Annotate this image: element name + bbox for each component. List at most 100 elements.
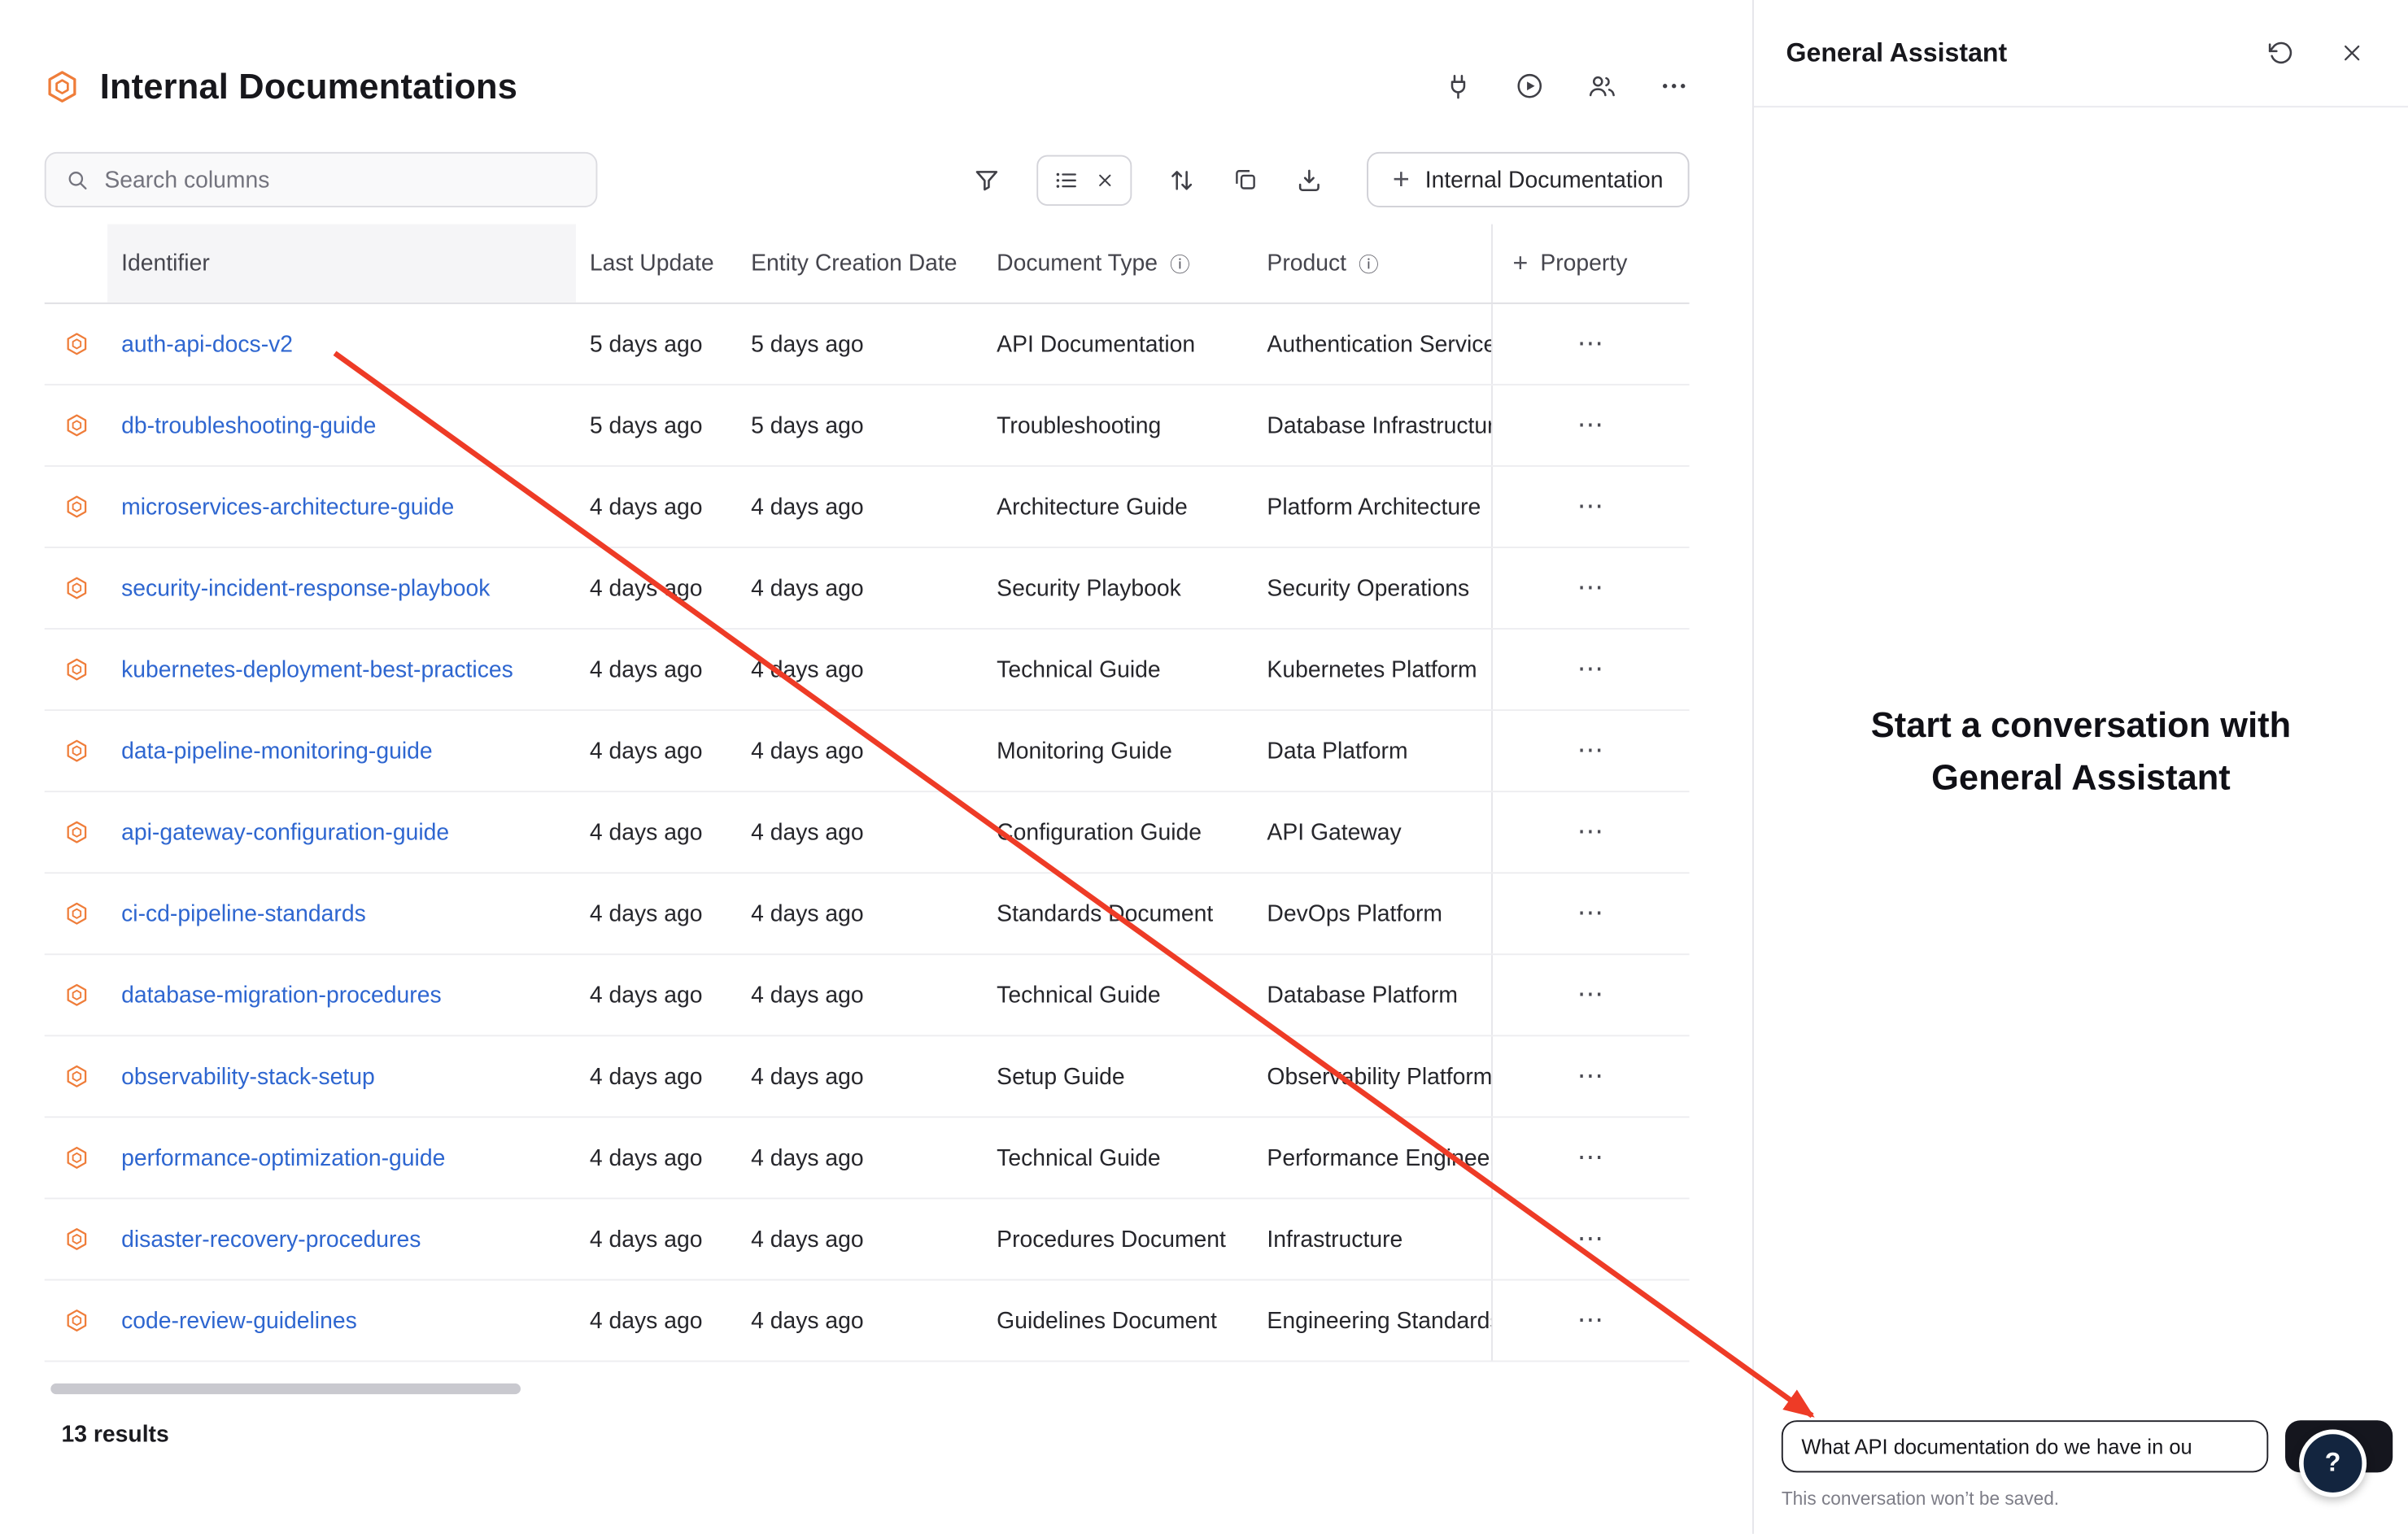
copy-columns-button[interactable] <box>1232 166 1259 194</box>
identifier-link[interactable]: data-pipeline-monitoring-guide <box>121 738 433 764</box>
hexagon-asset-icon <box>63 1308 88 1332</box>
entity-creation-date-cell: 4 days ago <box>737 656 983 682</box>
document-type-cell: Setup Guide <box>983 1063 1253 1089</box>
create-internal-documentation-button[interactable]: + Internal Documentation <box>1367 152 1690 207</box>
identifier-link[interactable]: code-review-guidelines <box>121 1307 357 1333</box>
hexagon-asset-icon <box>63 576 88 600</box>
document-type-cell: Technical Guide <box>983 982 1253 1008</box>
close-assistant-button[interactable] <box>2339 40 2365 66</box>
hexagon-asset-icon <box>63 1145 88 1170</box>
column-header-document-type[interactable]: Document Type ⓘ <box>983 224 1253 303</box>
row-actions-cell: ⋯ <box>1493 732 1690 769</box>
last-update-cell: 4 days ago <box>576 900 737 926</box>
row-actions-cell: ⋯ <box>1493 569 1690 606</box>
row-menu-button[interactable]: ⋯ <box>1565 732 1617 769</box>
row-menu-button[interactable]: ⋯ <box>1565 651 1617 687</box>
search-input[interactable] <box>104 167 577 193</box>
identifier-cell: api-gateway-configuration-guide <box>107 819 576 845</box>
row-menu-button[interactable]: ⋯ <box>1565 896 1617 932</box>
row-menu-button[interactable]: ⋯ <box>1565 1140 1617 1176</box>
identifier-cell: security-incident-response-playbook <box>107 575 576 601</box>
table-row: db-troubleshooting-guide 5 days ago 5 da… <box>45 386 1690 467</box>
row-actions-cell: ⋯ <box>1493 1302 1690 1339</box>
share-users-button[interactable] <box>1586 71 1617 102</box>
filter-button[interactable] <box>972 165 1001 194</box>
identifier-link[interactable]: kubernetes-deployment-best-practices <box>121 656 513 682</box>
row-icon-cell <box>45 820 107 844</box>
plug-button[interactable] <box>1444 72 1473 101</box>
last-update-cell: 4 days ago <box>576 1063 737 1089</box>
create-button-label: Internal Documentation <box>1425 167 1664 193</box>
table-body: auth-api-docs-v2 5 days ago 5 days ago A… <box>45 304 1690 1362</box>
identifier-link[interactable]: disaster-recovery-procedures <box>121 1226 421 1252</box>
column-header-entity-creation-date[interactable]: Entity Creation Date <box>737 224 983 303</box>
hexagon-asset-icon <box>63 657 88 682</box>
row-icon-cell <box>45 657 107 682</box>
column-header-identifier[interactable]: Identifier <box>107 224 576 303</box>
clear-view-button[interactable] <box>1095 170 1115 190</box>
play-button[interactable] <box>1514 71 1545 102</box>
page-header: Internal Documentations <box>45 52 1690 120</box>
identifier-link[interactable]: api-gateway-configuration-guide <box>121 819 449 845</box>
hexagon-asset-icon <box>63 495 88 519</box>
column-header-last-update[interactable]: Last Update <box>576 224 737 303</box>
product-cell: API Gateway <box>1253 792 1492 872</box>
hexagon-asset-icon <box>63 983 88 1007</box>
help-icon: ? <box>2325 1448 2341 1479</box>
assistant-actions <box>2266 38 2365 68</box>
row-menu-button[interactable]: ⋯ <box>1565 814 1617 851</box>
more-options-button[interactable] <box>1659 71 1690 102</box>
entity-creation-date-cell: 5 days ago <box>737 331 983 357</box>
identifier-link[interactable]: ci-cd-pipeline-standards <box>121 900 366 926</box>
info-icon[interactable]: ⓘ <box>1170 249 1190 278</box>
product-cell: Security Operations <box>1253 548 1492 628</box>
row-menu-button[interactable]: ⋯ <box>1565 1302 1617 1339</box>
sort-button[interactable] <box>1167 165 1196 194</box>
product-cell: Observability Platform <box>1253 1036 1492 1116</box>
help-button[interactable]: ? <box>2299 1430 2367 1497</box>
row-actions-cell: ⋯ <box>1493 1221 1690 1257</box>
row-menu-button[interactable]: ⋯ <box>1565 977 1617 1013</box>
identifier-link[interactable]: microservices-architecture-guide <box>121 494 454 520</box>
view-toggle[interactable] <box>1036 155 1132 205</box>
search-box[interactable] <box>45 152 598 207</box>
row-icon-cell <box>45 1227 107 1251</box>
entity-creation-date-cell: 4 days ago <box>737 1307 983 1333</box>
table-row: kubernetes-deployment-best-practices 4 d… <box>45 630 1690 711</box>
row-menu-button[interactable]: ⋯ <box>1565 569 1617 606</box>
row-menu-button[interactable]: ⋯ <box>1565 1221 1617 1257</box>
entity-creation-date-cell: 5 days ago <box>737 412 983 438</box>
last-update-cell: 5 days ago <box>576 412 737 438</box>
download-button[interactable] <box>1294 165 1324 194</box>
row-menu-button[interactable]: ⋯ <box>1565 407 1617 443</box>
identifier-link[interactable]: observability-stack-setup <box>121 1063 375 1089</box>
users-icon <box>1586 71 1617 102</box>
assistant-input[interactable] <box>1782 1420 2268 1472</box>
product-cell: Database Platform <box>1253 955 1492 1035</box>
row-menu-button[interactable]: ⋯ <box>1565 1058 1617 1095</box>
row-menu-button[interactable]: ⋯ <box>1565 325 1617 362</box>
reset-conversation-button[interactable] <box>2266 38 2296 68</box>
row-menu-button[interactable]: ⋯ <box>1565 488 1617 525</box>
add-property-button[interactable]: + Property <box>1493 224 1690 303</box>
plus-icon: + <box>1393 165 1410 194</box>
document-type-cell: Troubleshooting <box>983 412 1253 438</box>
identifier-link[interactable]: performance-optimization-guide <box>121 1144 445 1170</box>
column-header-product[interactable]: Product ⓘ <box>1253 224 1492 303</box>
identifier-link[interactable]: database-migration-procedures <box>121 982 442 1008</box>
identifier-link[interactable]: db-troubleshooting-guide <box>121 412 376 438</box>
identifier-link[interactable]: auth-api-docs-v2 <box>121 331 293 357</box>
document-type-cell: Security Playbook <box>983 575 1253 601</box>
toolbar: + Internal Documentation <box>45 152 1690 207</box>
table-row: ci-cd-pipeline-standards 4 days ago 4 da… <box>45 874 1690 955</box>
toolbar-actions: + Internal Documentation <box>972 152 1690 207</box>
column-label: Product <box>1267 251 1346 277</box>
row-icon-cell <box>45 1308 107 1332</box>
identifier-link[interactable]: security-incident-response-playbook <box>121 575 490 601</box>
column-label: Document Type <box>997 251 1158 277</box>
horizontal-scrollbar[interactable] <box>50 1384 521 1394</box>
play-circle-icon <box>1514 71 1545 102</box>
info-icon[interactable]: ⓘ <box>1359 249 1379 278</box>
last-update-cell: 5 days ago <box>576 331 737 357</box>
assistant-header: General Assistant <box>1754 0 2408 107</box>
